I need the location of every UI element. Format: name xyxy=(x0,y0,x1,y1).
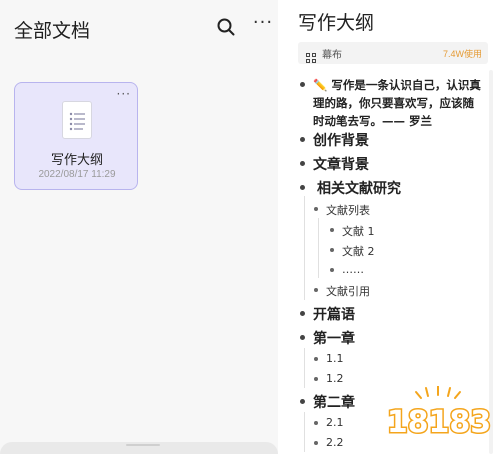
outline-item-lit-more[interactable]: …… xyxy=(330,263,364,276)
watermark-logo: 18183 xyxy=(385,385,493,446)
outline-label: 文献 1 xyxy=(342,225,375,238)
outline-item-bg2[interactable]: 文章背景 xyxy=(300,154,369,174)
outline-label: 创作背景 xyxy=(313,133,369,149)
document-list-panel: 全部文档 ··· ··· 写作大纲 2022/08/17 11:29 xyxy=(0,0,278,454)
outline-label: 相关文献研究 xyxy=(317,181,401,197)
outline-label: 文章背景 xyxy=(313,157,369,173)
bullet xyxy=(330,268,334,272)
outline-title: 写作大纲 xyxy=(298,12,375,34)
outline-item-research[interactable]: 相关文献研究 xyxy=(300,178,401,198)
outline-item-ch2-2[interactable]: 2.2 xyxy=(314,436,344,449)
outline-item-ch1[interactable]: 第一章 xyxy=(300,328,355,348)
document-title: 写作大纲 xyxy=(50,153,103,168)
bullet xyxy=(314,377,318,381)
sheet-handle[interactable] xyxy=(126,444,160,446)
page-title: 全部文档 xyxy=(14,20,91,42)
document-date: 2022/08/17 11:29 xyxy=(38,169,116,180)
bullet xyxy=(300,161,305,166)
search-icon[interactable] xyxy=(216,17,236,37)
outline-label: 第二章 xyxy=(313,395,355,411)
outline-item-ch1-1[interactable]: 1.1 xyxy=(314,352,344,365)
bullet xyxy=(314,357,318,361)
guide-line xyxy=(304,348,305,388)
bullet xyxy=(300,399,305,404)
outline-item-ch2[interactable]: 第二章 xyxy=(300,392,355,412)
panel-divider xyxy=(278,0,290,454)
outline-item-lit2[interactable]: 文献 2 xyxy=(330,243,375,259)
outline-item-lit-cite[interactable]: 文献引用 xyxy=(314,283,370,299)
bullet xyxy=(314,207,318,211)
guide-line xyxy=(304,412,305,452)
bullet xyxy=(314,421,318,425)
intro-text: ✏️ 写作是一条认识自己，认识真理的路，你只要喜欢写，应该随时动笔去写。—— 罗… xyxy=(313,78,481,128)
outline-label: 文献引用 xyxy=(326,285,370,298)
usage-count: 7.4W使用 xyxy=(442,49,482,59)
document-card[interactable]: ··· 写作大纲 2022/08/17 11:29 xyxy=(14,82,138,190)
bullet xyxy=(330,248,334,252)
outline-item-intro[interactable]: ✏️ 写作是一条认识自己，认识真理的路，你只要喜欢写，应该随时动笔去写。—— 罗… xyxy=(300,76,483,130)
app-template-bar[interactable]: 幕布 7.4W使用 xyxy=(298,42,488,64)
bottom-sheet[interactable] xyxy=(0,442,278,454)
outline-label: 文献 2 xyxy=(342,245,375,258)
card-more-icon[interactable]: ··· xyxy=(117,87,131,101)
bullet xyxy=(330,228,334,232)
outline-label: 2.1 xyxy=(326,416,344,429)
outline-label: 文献列表 xyxy=(326,204,370,217)
app-name: 幕布 xyxy=(322,50,342,61)
bullet xyxy=(314,441,318,445)
bullet xyxy=(300,311,305,316)
bullet xyxy=(300,185,305,190)
guide-line xyxy=(304,196,305,300)
outline-label: 1.2 xyxy=(326,372,344,385)
bullet xyxy=(300,335,305,340)
mindmap-icon xyxy=(306,48,316,63)
outline-label: 第一章 xyxy=(313,331,355,347)
document-icon xyxy=(62,101,92,139)
outline-item-ch1-2[interactable]: 1.2 xyxy=(314,372,344,385)
outline-item-bg1[interactable]: 创作背景 xyxy=(300,130,369,150)
bullet xyxy=(300,82,305,87)
outline-item-lit1[interactable]: 文献 1 xyxy=(330,223,375,239)
outline-item-ch2-1[interactable]: 2.1 xyxy=(314,416,344,429)
outline-item-opening[interactable]: 开篇语 xyxy=(300,304,355,324)
bullet xyxy=(314,288,318,292)
guide-line xyxy=(318,218,319,278)
outline-item-lit-list[interactable]: 文献列表 xyxy=(314,202,370,218)
watermark-text: 18183 xyxy=(387,405,491,440)
bullet xyxy=(300,137,305,142)
more-options-icon[interactable]: ··· xyxy=(252,12,274,34)
outline-label: 1.1 xyxy=(326,352,344,365)
outline-label: 2.2 xyxy=(326,436,344,449)
screenshot-root: 全部文档 ··· ··· 写作大纲 2022/08/17 11:29 写作大纲 … xyxy=(0,0,500,454)
outline-label: 开篇语 xyxy=(313,307,355,323)
outline-label: …… xyxy=(342,263,364,276)
